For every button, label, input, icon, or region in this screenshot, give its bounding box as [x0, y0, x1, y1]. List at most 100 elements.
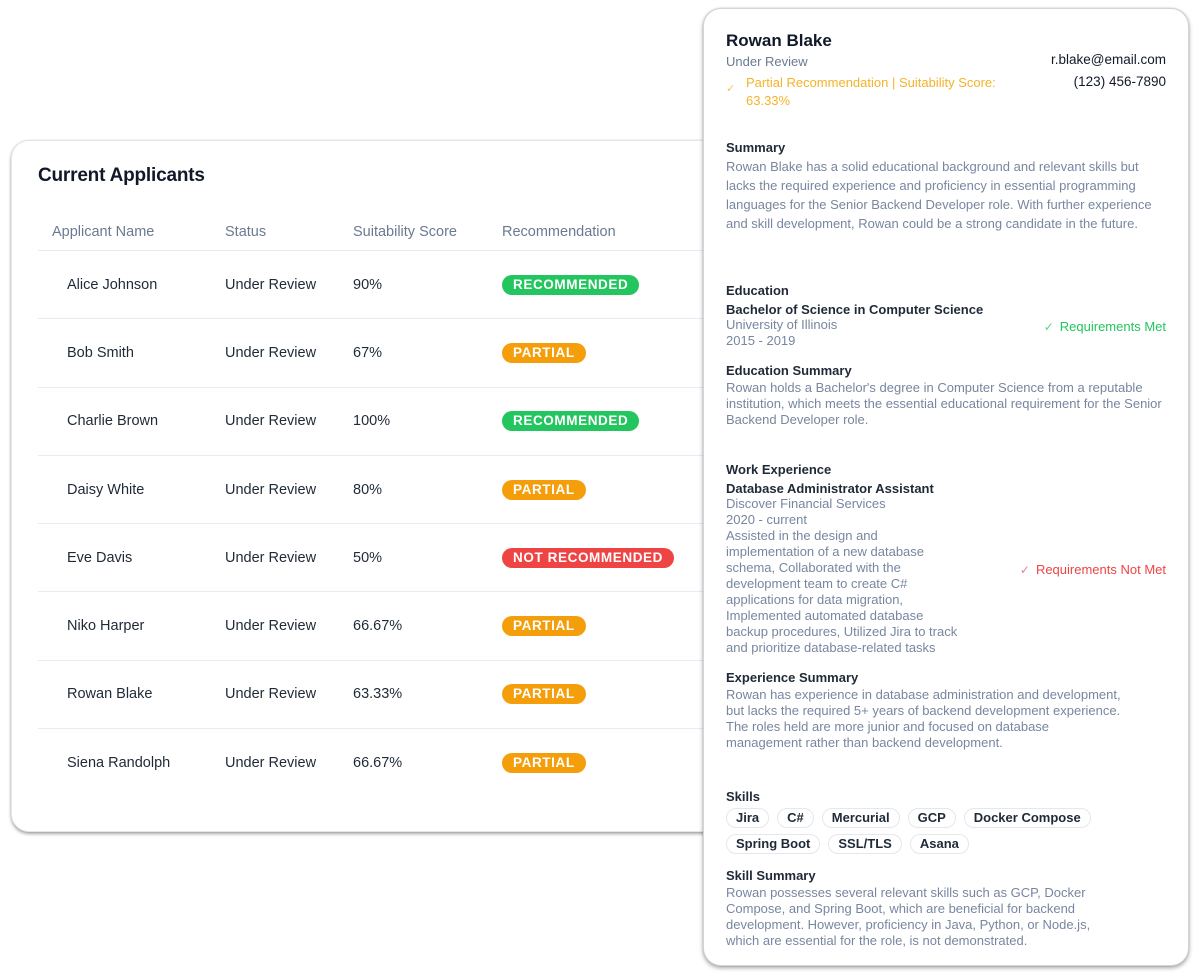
recommendation-cell: PARTIAL: [502, 753, 728, 774]
skill-chip: Asana: [909, 834, 969, 854]
status-cell: Under Review: [225, 481, 317, 498]
check-icon: ✓: [1019, 562, 1030, 577]
skill-chip: C#: [777, 808, 814, 828]
applicant-name: Rowan Blake: [726, 31, 832, 50]
education-section: Education Bachelor of Science in Compute…: [726, 283, 1166, 428]
applicant-email[interactable]: r.blake@email.com: [1051, 52, 1166, 67]
work-title: Work Experience: [726, 462, 832, 477]
check-icon: ✓: [726, 83, 736, 95]
experience-summary-title: Experience Summary: [726, 670, 859, 685]
education-years: 2015 - 2019: [726, 333, 796, 348]
column-header-name[interactable]: Applicant Name: [38, 224, 225, 240]
score-cell: 50%: [353, 549, 383, 566]
work-description: Assisted in the design and implementatio…: [726, 528, 958, 655]
work-requirement: ✓ Requirements Not Met: [1020, 562, 1166, 577]
score-cell: 67%: [353, 344, 383, 361]
recommendation-badge: PARTIAL: [502, 753, 586, 774]
applicant-name-cell: Niko Harper: [67, 618, 145, 635]
skill-summary-title: Skill Summary: [726, 868, 816, 883]
recommendation-badge: RECOMMENDED: [502, 411, 640, 432]
column-header-status[interactable]: Status: [225, 224, 353, 240]
summary-text: Rowan Blake has a solid educational back…: [726, 159, 1152, 231]
skills-title: Skills: [726, 789, 760, 804]
education-requirement-text: Requirements Met: [1059, 319, 1166, 334]
summary-section: Summary Rowan Blake has a solid educatio…: [726, 140, 1166, 233]
score-cell: 66.67%: [353, 755, 403, 772]
status-cell: Under Review: [225, 549, 317, 566]
applicant-name-cell: Eve Davis: [67, 549, 133, 566]
recommendation-line: ✓ Partial Recommendation | Suitability S…: [726, 74, 1036, 110]
education-summary-title: Education Summary: [726, 363, 852, 378]
skills-list: Jira C# Mercurial GCP Docker Compose Spring B…: [726, 808, 1126, 854]
status-cell: Under Review: [225, 413, 317, 430]
table-row[interactable]: Daisy White Under Review 80% PARTIAL: [38, 456, 728, 525]
recommendation-text: Partial Recommendation | Suitability Sco…: [746, 75, 996, 108]
education-title: Education: [726, 283, 789, 298]
skill-chip: Jira: [726, 808, 770, 828]
skill-chip: Mercurial: [821, 808, 900, 828]
status-cell: Under Review: [225, 344, 317, 361]
work-requirement-text: Requirements Not Met: [1035, 562, 1166, 577]
table-row[interactable]: Eve Davis Under Review 50% NOT RECOMMENDED: [38, 524, 728, 593]
education-summary-text: Rowan holds a Bachelor's degree in Compu…: [726, 380, 1162, 427]
score-cell: 90%: [353, 276, 383, 293]
score-cell: 63.33%: [353, 686, 403, 703]
column-header-recommendation[interactable]: Recommendation: [502, 224, 728, 240]
skills-section: Skills Jira C# Mercurial GCP Docker Compose S…: [726, 789, 1166, 854]
applicant-detail-card: Rowan Blake Under Review ✓ Partial Recom…: [703, 8, 1189, 966]
recommendation-cell: PARTIAL: [502, 479, 728, 500]
recommendation-badge: RECOMMENDED: [502, 274, 640, 295]
column-header-score[interactable]: Suitability Score: [353, 224, 502, 240]
skill-chip: GCP: [907, 808, 956, 828]
applicants-table: Applicant Name Status Suitability Score …: [38, 213, 728, 797]
work-role: Database Administrator Assistant: [726, 481, 934, 496]
work-years: 2020 - current: [726, 512, 807, 527]
recommendation-badge: NOT RECOMMENDED: [502, 547, 674, 568]
applicant-name-cell: Daisy White: [67, 481, 145, 498]
table-header: Applicant Name Status Suitability Score …: [38, 213, 728, 251]
recommendation-cell: PARTIAL: [502, 342, 728, 363]
recommendation-badge: PARTIAL: [502, 616, 586, 637]
table-row[interactable]: Charlie Brown Under Review 100% RECOMMENDED: [38, 388, 728, 456]
recommendation-badge: PARTIAL: [502, 684, 586, 705]
status-cell: Under Review: [225, 686, 317, 703]
status-cell: Under Review: [225, 755, 317, 772]
applicant-status: Under Review: [726, 54, 808, 69]
status-cell: Under Review: [225, 276, 317, 293]
applicant-name-cell: Siena Randolph: [67, 755, 171, 772]
score-cell: 66.67%: [353, 618, 403, 635]
work-company: Discover Financial Services: [726, 496, 886, 511]
recommendation-cell: NOT RECOMMENDED: [502, 547, 728, 568]
education-degree: Bachelor of Science in Computer Science: [726, 302, 984, 317]
table-row[interactable]: Bob Smith Under Review 67% PARTIAL: [38, 319, 728, 388]
skill-chip: SSL/TLS: [828, 834, 902, 854]
work-experience-section: Work Experience Database Administrator A…: [726, 462, 1166, 751]
applicant-name-cell: Bob Smith: [67, 344, 134, 361]
recommendation-cell: RECOMMENDED: [502, 411, 728, 432]
status-cell: Under Review: [225, 618, 317, 635]
skill-chip: Docker Compose: [963, 808, 1091, 828]
recommendation-cell: RECOMMENDED: [502, 274, 728, 295]
applicants-title: Current Applicants: [38, 165, 205, 186]
score-cell: 80%: [353, 481, 383, 498]
recommendation-badge: PARTIAL: [502, 479, 586, 500]
table-body: Alice Johnson Under Review 90% RECOMMENDED B…: [38, 251, 728, 797]
applicant-name-cell: Rowan Blake: [67, 686, 153, 703]
applicant-phone[interactable]: (123) 456-7890: [1074, 74, 1166, 89]
recommendation-cell: PARTIAL: [502, 684, 728, 705]
recommendation-cell: PARTIAL: [502, 616, 728, 637]
applicants-card: Current Applicants Applicant Name Status…: [11, 140, 731, 832]
table-row[interactable]: Siena Randolph Under Review 66.67% PARTIAL: [38, 729, 728, 797]
skill-chip: Spring Boot: [726, 834, 821, 854]
table-row[interactable]: Alice Johnson Under Review 90% RECOMMENDED: [38, 251, 728, 320]
recommendation-badge: PARTIAL: [502, 342, 586, 363]
table-row[interactable]: Niko Harper Under Review 66.67% PARTIAL: [38, 592, 728, 661]
applicant-name-cell: Alice Johnson: [67, 276, 158, 293]
table-row[interactable]: Rowan Blake Under Review 63.33% PARTIAL: [38, 661, 728, 730]
summary-title: Summary: [726, 140, 786, 155]
score-cell: 100%: [353, 413, 391, 430]
applicant-name-cell: Charlie Brown: [67, 413, 159, 430]
education-requirement: ✓ Requirements Met: [1044, 319, 1166, 334]
skill-summary-text: Rowan possesses several relevant skills …: [726, 885, 1091, 948]
skill-summary-section: Skill Summary Rowan possesses several re…: [726, 868, 1166, 949]
